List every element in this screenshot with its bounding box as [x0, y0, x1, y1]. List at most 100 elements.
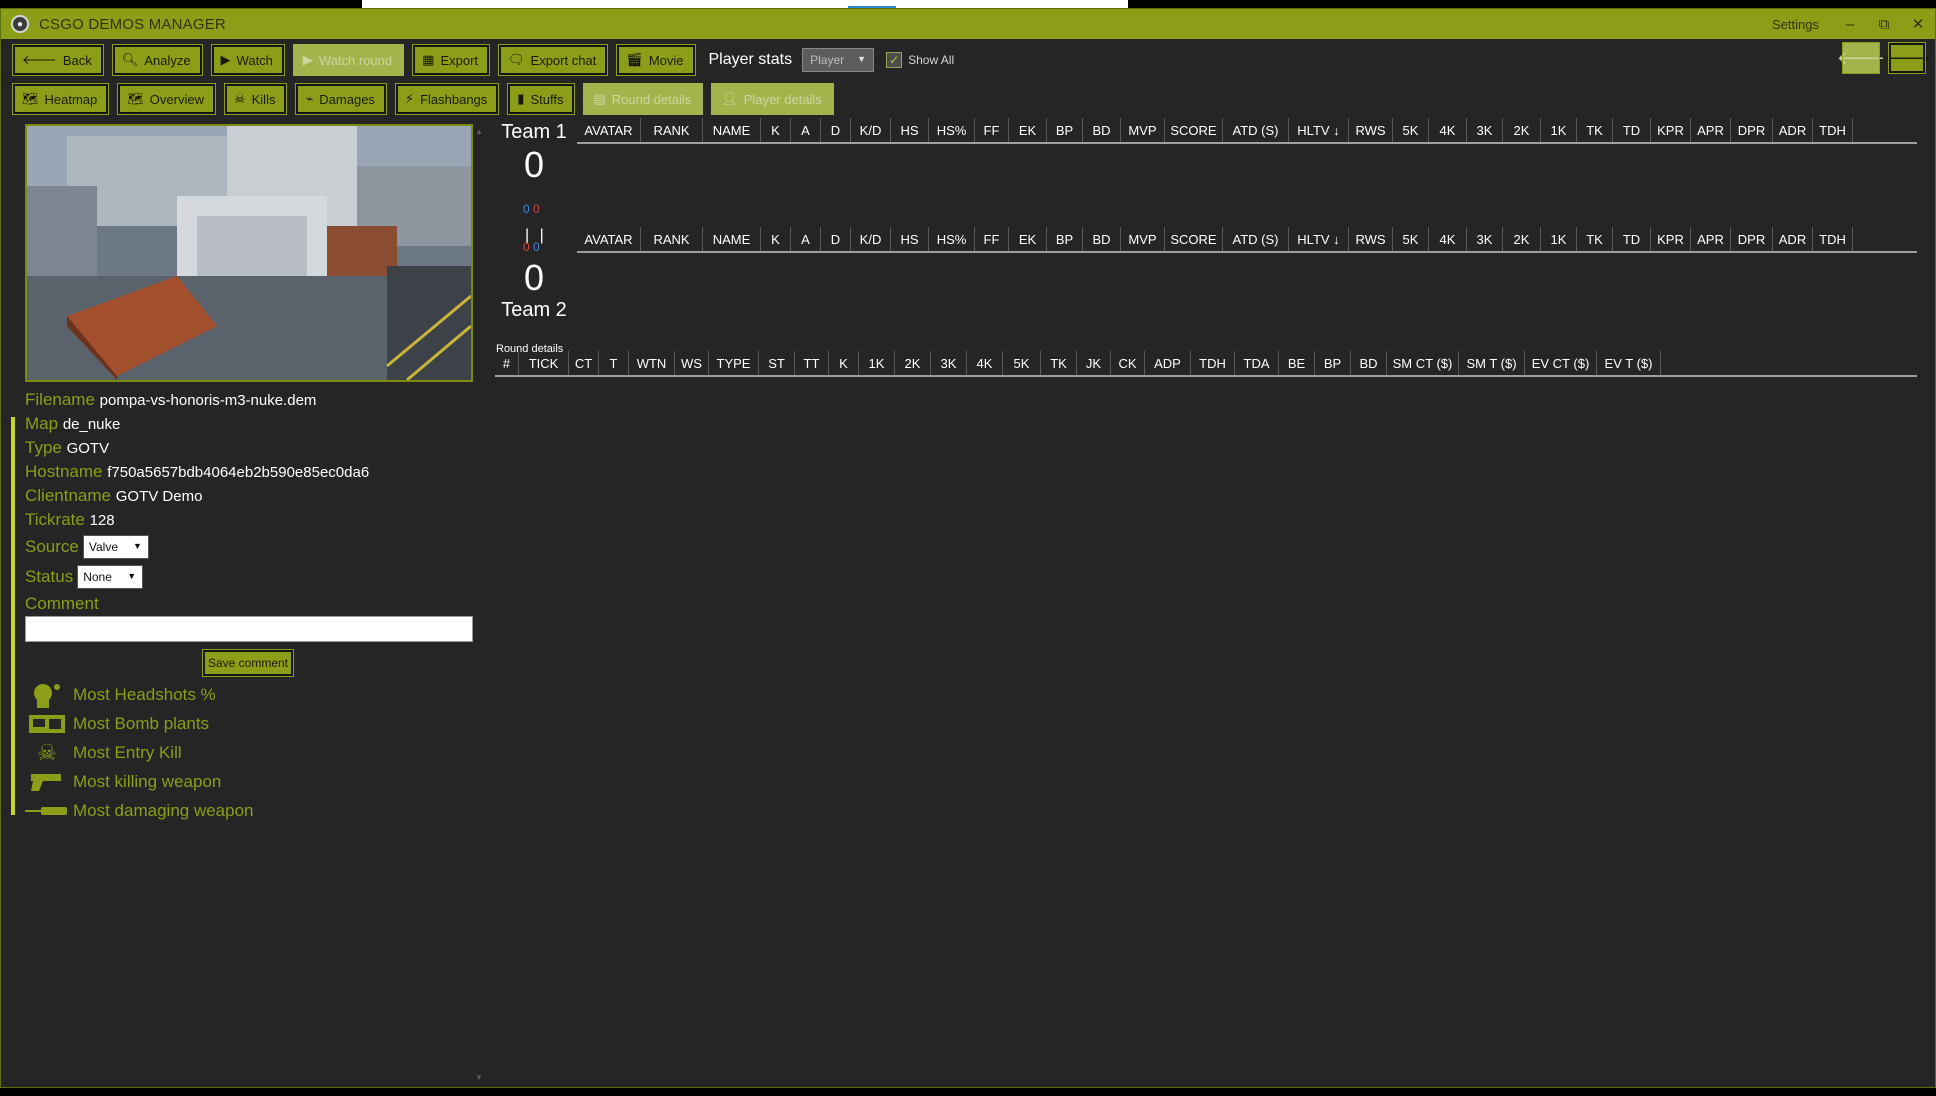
- title-bar[interactable]: ● CSGO DEMOS MANAGER Settings ‒ ⧉ ✕: [1, 9, 1935, 39]
- team2-player-col-header[interactable]: DPR: [1731, 227, 1773, 251]
- team1-player-col-header[interactable]: 2K: [1503, 118, 1541, 142]
- team1-player-col-header[interactable]: A: [791, 118, 821, 142]
- team2-player-col-header[interactable]: HS: [891, 227, 929, 251]
- round-col-header[interactable]: CT: [569, 351, 599, 375]
- round-col-header[interactable]: TDH: [1191, 351, 1235, 375]
- team1-player-col-header[interactable]: FF: [975, 118, 1009, 142]
- comment-input[interactable]: [25, 616, 473, 642]
- show-all-checkbox[interactable]: ✓ Show All: [886, 52, 954, 68]
- round-col-header[interactable]: JK: [1077, 351, 1111, 375]
- team2-player-col-header[interactable]: A: [791, 227, 821, 251]
- team1-player-col-header[interactable]: HS%: [929, 118, 975, 142]
- team2-player-col-header[interactable]: ATD (S): [1223, 227, 1289, 251]
- team2-player-col-header[interactable]: FF: [975, 227, 1009, 251]
- scroll-up-icon[interactable]: ▲: [475, 127, 483, 136]
- flashbangs-button[interactable]: ⚡︎ Flashbangs: [394, 83, 500, 115]
- team2-player-col-header[interactable]: AVATAR: [577, 227, 641, 251]
- round-col-header[interactable]: SM CT ($): [1387, 351, 1459, 375]
- round-col-header[interactable]: 1K: [859, 351, 895, 375]
- round-col-header[interactable]: WTN: [629, 351, 675, 375]
- team2-player-col-header[interactable]: RANK: [641, 227, 703, 251]
- round-col-header[interactable]: ADP: [1145, 351, 1191, 375]
- team1-player-col-header[interactable]: AVATAR: [577, 118, 641, 142]
- team2-player-col-header[interactable]: TDH: [1813, 227, 1853, 251]
- round-col-header[interactable]: 4K: [967, 351, 1003, 375]
- team2-player-col-header[interactable]: 4K: [1429, 227, 1467, 251]
- team1-player-col-header[interactable]: TDH: [1813, 118, 1853, 142]
- next-arrow-icon[interactable]: 🡒: [1883, 42, 1931, 74]
- team2-player-col-header[interactable]: BP: [1047, 227, 1083, 251]
- round-col-header[interactable]: TK: [1041, 351, 1077, 375]
- team2-player-col-header[interactable]: HS%: [929, 227, 975, 251]
- heatmap-button[interactable]: 🗺︎ Heatmap: [11, 83, 110, 115]
- round-col-header[interactable]: 3K: [931, 351, 967, 375]
- team2-player-col-header[interactable]: BD: [1083, 227, 1121, 251]
- team1-player-col-header[interactable]: RANK: [641, 118, 703, 142]
- team2-player-col-header[interactable]: ADR: [1773, 227, 1813, 251]
- player-select[interactable]: Player ▼: [802, 48, 875, 72]
- round-col-header[interactable]: BD: [1351, 351, 1387, 375]
- team1-player-col-header[interactable]: K: [761, 118, 791, 142]
- watch-round-button[interactable]: ▶ Watch round: [292, 44, 405, 76]
- round-col-header[interactable]: TYPE: [709, 351, 759, 375]
- round-col-header[interactable]: EV T ($): [1597, 351, 1661, 375]
- round-col-header[interactable]: TT: [795, 351, 829, 375]
- team1-player-col-header[interactable]: DPR: [1731, 118, 1773, 142]
- scroll-down-icon[interactable]: ▼: [475, 1073, 483, 1082]
- team1-player-col-header[interactable]: SCORE: [1165, 118, 1223, 142]
- round-col-header[interactable]: K: [829, 351, 859, 375]
- round-col-header[interactable]: TDA: [1235, 351, 1279, 375]
- round-col-header[interactable]: SM T ($): [1459, 351, 1525, 375]
- player-details-button[interactable]: 👤︎ Player details: [711, 83, 834, 115]
- team1-player-col-header[interactable]: K/D: [851, 118, 891, 142]
- round-col-header[interactable]: BP: [1315, 351, 1351, 375]
- round-col-header[interactable]: #: [495, 351, 519, 375]
- overview-button[interactable]: 🗺︎ Overview: [117, 83, 216, 115]
- team2-player-col-header[interactable]: APR: [1691, 227, 1731, 251]
- team2-player-col-header[interactable]: TK: [1577, 227, 1613, 251]
- round-col-header[interactable]: BE: [1279, 351, 1315, 375]
- team2-player-col-header[interactable]: SCORE: [1165, 227, 1223, 251]
- round-col-header[interactable]: 5K: [1003, 351, 1041, 375]
- analyze-button[interactable]: 🔍︎ Analyze: [111, 44, 203, 76]
- team2-player-col-header[interactable]: HLTV ↓: [1289, 227, 1349, 251]
- team2-player-col-header[interactable]: MVP: [1121, 227, 1165, 251]
- team1-player-col-header[interactable]: 4K: [1429, 118, 1467, 142]
- round-col-header[interactable]: ST: [759, 351, 795, 375]
- team2-player-col-header[interactable]: K/D: [851, 227, 891, 251]
- team1-player-col-header[interactable]: D: [821, 118, 851, 142]
- round-col-header[interactable]: TICK: [519, 351, 569, 375]
- team2-player-col-header[interactable]: TD: [1613, 227, 1651, 251]
- round-col-header[interactable]: EV CT ($): [1525, 351, 1597, 375]
- round-details-button[interactable]: ▤ Round details: [583, 83, 704, 115]
- team1-player-col-header[interactable]: APR: [1691, 118, 1731, 142]
- team2-player-col-header[interactable]: 2K: [1503, 227, 1541, 251]
- team2-player-col-header[interactable]: EK: [1009, 227, 1047, 251]
- close-icon[interactable]: ✕: [1901, 9, 1935, 39]
- minimize-icon[interactable]: ‒: [1833, 9, 1867, 39]
- export-chat-button[interactable]: 🗨︎ Export chat: [498, 44, 609, 76]
- team1-player-col-header[interactable]: EK: [1009, 118, 1047, 142]
- team2-player-col-header[interactable]: 3K: [1467, 227, 1503, 251]
- watch-button[interactable]: ▶ Watch: [210, 44, 285, 76]
- status-dropdown[interactable]: None ▼: [77, 565, 144, 589]
- round-col-header[interactable]: 2K: [895, 351, 931, 375]
- damages-button[interactable]: ⌁ Damages: [295, 83, 387, 115]
- stuffs-button[interactable]: ▮ Stuffs: [507, 83, 576, 115]
- team1-player-col-header[interactable]: 3K: [1467, 118, 1503, 142]
- team1-player-col-header[interactable]: 5K: [1393, 118, 1429, 142]
- export-button[interactable]: ▦ Export: [412, 44, 491, 76]
- team1-player-col-header[interactable]: BP: [1047, 118, 1083, 142]
- kills-button[interactable]: ☠ Kills: [223, 83, 288, 115]
- source-dropdown[interactable]: Valve ▼: [82, 535, 149, 559]
- team1-player-col-header[interactable]: BD: [1083, 118, 1121, 142]
- team2-player-col-header[interactable]: K: [761, 227, 791, 251]
- team2-player-col-header[interactable]: KPR: [1651, 227, 1691, 251]
- team1-player-col-header[interactable]: ATD (S): [1223, 118, 1289, 142]
- team1-player-col-header[interactable]: RWS: [1349, 118, 1393, 142]
- team2-player-col-header[interactable]: 1K: [1541, 227, 1577, 251]
- team1-player-col-header[interactable]: ADR: [1773, 118, 1813, 142]
- team1-player-col-header[interactable]: TK: [1577, 118, 1613, 142]
- round-col-header[interactable]: CK: [1111, 351, 1145, 375]
- team2-player-col-header[interactable]: NAME: [703, 227, 761, 251]
